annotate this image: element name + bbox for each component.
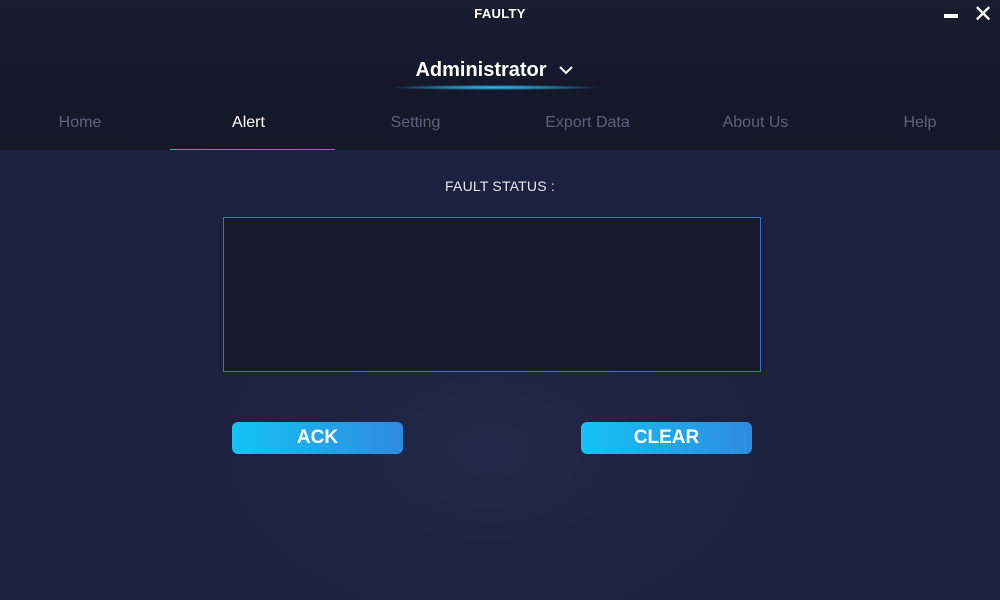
tab-label: Export Data xyxy=(545,114,630,131)
close-icon: ✕ xyxy=(972,1,994,28)
tab-setting[interactable]: Setting xyxy=(333,105,498,150)
tab-label: Home xyxy=(58,114,102,131)
fault-status-label: FAULT STATUS : xyxy=(445,178,555,194)
tab-label: Help xyxy=(903,114,937,131)
minimize-button[interactable] xyxy=(940,4,962,26)
tab-label: Alert xyxy=(232,114,265,131)
tab-about-us[interactable]: About Us xyxy=(673,105,838,150)
tab-alert[interactable]: Alert xyxy=(166,105,331,150)
chevron-down-icon xyxy=(558,66,573,75)
nav-tabs: Home Alert Setting Export Data About Us … xyxy=(0,105,1000,150)
user-dropdown-underline xyxy=(395,85,595,90)
minimize-icon xyxy=(944,14,958,18)
app-title: FAULTY xyxy=(474,6,526,21)
tab-export-data[interactable]: Export Data xyxy=(505,105,670,150)
close-button[interactable]: ✕ xyxy=(972,1,994,28)
user-role-dropdown[interactable]: Administrator xyxy=(395,55,595,85)
fault-status-box[interactable] xyxy=(223,217,761,372)
tab-help[interactable]: Help xyxy=(840,105,1000,150)
tab-label: Setting xyxy=(390,114,441,131)
tab-home[interactable]: Home xyxy=(0,105,160,150)
ack-button[interactable]: ACK xyxy=(232,422,403,454)
tab-label: About Us xyxy=(722,114,789,131)
user-role-label: Administrator xyxy=(415,58,547,81)
clear-button[interactable]: CLEAR xyxy=(581,422,752,454)
